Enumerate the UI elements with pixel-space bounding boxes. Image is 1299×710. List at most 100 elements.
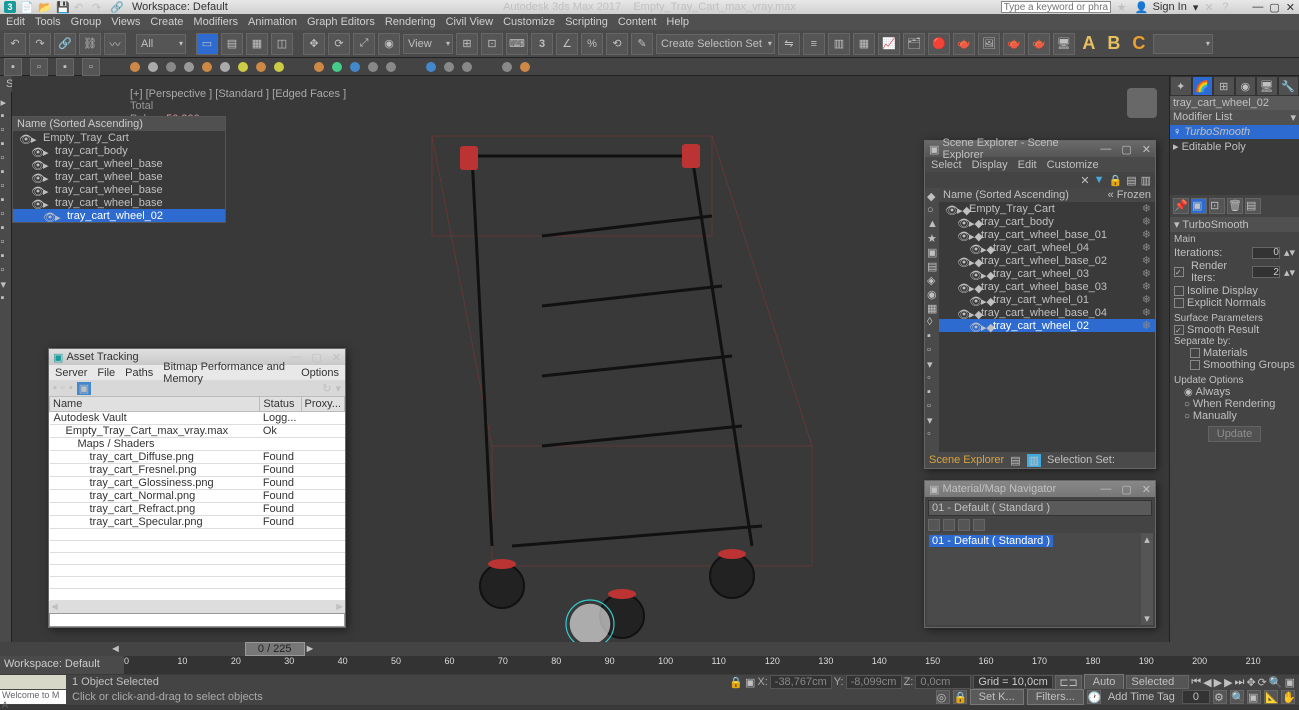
color-dot[interactable] <box>184 62 194 72</box>
render-setup-button[interactable]: 🫖 <box>953 33 975 55</box>
filter-icon[interactable]: ▫ <box>927 344 937 354</box>
strip-icon[interactable]: ▸ <box>1 96 11 106</box>
sceneexp-col-name[interactable]: Name (Sorted Ascending) <box>943 189 1069 201</box>
time-config-button[interactable]: 🕐 <box>1087 690 1101 704</box>
tree-item[interactable]: 👁▸◆tray_cart_wheel_04❄ <box>939 241 1155 254</box>
asset-row[interactable]: Empty_Tray_Cart_max_vray.maxOk <box>50 425 345 438</box>
filter-icon[interactable]: ◆ <box>927 190 937 200</box>
menu-rendering[interactable]: Rendering <box>385 16 436 28</box>
filter-icon[interactable]: ▪ <box>927 330 937 340</box>
asset-col-proxy[interactable]: Proxy... <box>301 397 345 412</box>
modifier-item[interactable]: ▸ Editable Poly <box>1170 139 1299 154</box>
render-iters-input[interactable] <box>1252 266 1280 278</box>
color-dot[interactable] <box>148 62 158 72</box>
sceneexp-titlebar[interactable]: ▣ Scene Explorer - Scene Explorer — ▢ ✕ <box>925 141 1155 157</box>
asset-tool-icon[interactable]: ▫ <box>61 382 65 394</box>
edit-selset-button[interactable]: ✎ <box>631 33 653 55</box>
maxscript-mini-input[interactable]: Welcome to M A <box>0 690 66 704</box>
tree-item[interactable]: 👁▸tray_cart_wheel_02 <box>13 209 225 222</box>
matnav-list[interactable]: 01 - Default ( Standard ) ▴▾ <box>927 533 1153 625</box>
new-icon[interactable]: 📄 <box>20 1 32 13</box>
refcoord-dropdown[interactable]: View <box>403 34 453 54</box>
tab-hierarchy[interactable]: ⊞ <box>1213 76 1235 96</box>
undo-button[interactable]: ↶ <box>4 33 26 55</box>
color-dot[interactable] <box>314 62 324 72</box>
tab-utilities[interactable]: 🔧 <box>1278 76 1299 96</box>
help-icon[interactable]: ? <box>1222 1 1234 13</box>
sceneexp-menu-select[interactable]: Select <box>931 159 962 171</box>
menu-customize[interactable]: Customize <box>503 16 555 28</box>
star-icon[interactable]: ★ <box>1117 1 1129 13</box>
pivot-button[interactable]: ⊞ <box>456 33 478 55</box>
menu-animation[interactable]: Animation <box>248 16 297 28</box>
filter-icon[interactable]: ★ <box>927 232 937 242</box>
menu-scripting[interactable]: Scripting <box>565 16 608 28</box>
asset-menu-options[interactable]: Options <box>301 367 339 379</box>
asset-row[interactable]: tray_cart_Fresnel.pngFound <box>50 464 345 477</box>
workspace-label[interactable]: Workspace: Default <box>132 1 228 13</box>
filter-icon[interactable]: ▾ <box>927 358 937 368</box>
matnav-item[interactable]: 01 - Default ( Standard ) <box>929 535 1053 547</box>
layers-button[interactable]: ▥ <box>828 33 850 55</box>
sign-in-link[interactable]: Sign In <box>1153 1 1187 13</box>
autokey-bracket-icon[interactable]: ⊏⊐ <box>1055 675 1081 690</box>
update-button[interactable]: Update <box>1208 426 1261 442</box>
strip-icon[interactable]: ▪ <box>1 110 11 120</box>
tree-item[interactable]: 👁▸tray_cart_wheel_base <box>13 196 225 209</box>
key-filters-button[interactable]: Filters... <box>1027 689 1084 705</box>
asset-row[interactable]: Maps / Shaders <box>50 438 345 451</box>
minimize-icon[interactable]: — <box>1100 483 1111 496</box>
strip-icon[interactable]: ▫ <box>1 236 11 246</box>
asset-row[interactable]: tray_cart_Specular.pngFound <box>50 516 345 529</box>
viewcube-icon[interactable] <box>1127 88 1157 118</box>
goto-end-button[interactable]: ⏭ <box>1235 676 1245 689</box>
color-dot[interactable] <box>368 62 378 72</box>
color-dot[interactable] <box>350 62 360 72</box>
filter-icon[interactable]: ◈ <box>927 274 937 284</box>
tool-icon[interactable]: ▥ <box>1141 174 1151 187</box>
layer-icon3[interactable]: ▪ <box>56 58 74 76</box>
always-radio[interactable]: Always <box>1196 386 1231 398</box>
asset-col-status[interactable]: Status <box>260 397 301 412</box>
strip-icon[interactable]: ▪ <box>1 138 11 148</box>
strip-icon[interactable]: ▪ <box>1 292 11 302</box>
select-name-button[interactable]: ▤ <box>221 33 243 55</box>
filter-icon[interactable]: ▲ <box>927 218 937 228</box>
color-dot[interactable] <box>444 62 454 72</box>
asset-tool-icon[interactable]: ↻ <box>322 382 331 395</box>
color-dot[interactable] <box>274 62 284 72</box>
tree-item[interactable]: 👁▸tray_cart_wheel_base <box>13 170 225 183</box>
percent-snap-button[interactable]: % <box>581 33 603 55</box>
auto-key-button[interactable]: Auto <box>1084 674 1125 690</box>
explicit-checkbox[interactable] <box>1174 298 1184 308</box>
angle-snap-button[interactable]: ∠ <box>556 33 578 55</box>
tree-item[interactable]: 👁▸tray_cart_wheel_base <box>13 183 225 196</box>
scale-button[interactable]: ⤢ <box>353 33 375 55</box>
nav-button[interactable]: 🔍 <box>1269 676 1283 689</box>
menu-views[interactable]: Views <box>111 16 140 28</box>
strip-icon[interactable]: ▾ <box>1 278 11 288</box>
y-field[interactable]: -8,099cm <box>846 675 902 689</box>
viewport-label[interactable]: [+] [Perspective ] [Standard ] [Edged Fa… <box>130 88 346 100</box>
menu-tools[interactable]: Tools <box>35 16 61 28</box>
color-dot[interactable] <box>332 62 342 72</box>
filter-icon[interactable]: ○ <box>927 204 937 214</box>
tab-modify[interactable]: 🌈 <box>1192 76 1214 96</box>
play-button[interactable]: ▶ <box>1214 676 1222 689</box>
spinner-icon[interactable]: ▴▾ <box>1284 266 1295 279</box>
rollout-title[interactable]: ▾ TurboSmooth <box>1170 217 1299 232</box>
time-slider[interactable]: ◄ 0 / 225 ► <box>0 642 1299 656</box>
filter-icon[interactable]: ▤ <box>927 260 937 270</box>
asset-tool-icon[interactable]: ▾ <box>335 382 341 395</box>
strip-icon[interactable]: ▪ <box>1 222 11 232</box>
color-dot[interactable] <box>502 62 512 72</box>
modifier-stack[interactable]: ♀ TurboSmooth ▸ Editable Poly <box>1170 125 1299 195</box>
viewmode-icon[interactable] <box>973 519 985 531</box>
tree-item[interactable]: 👁▸tray_cart_body <box>13 144 225 157</box>
timeline-arrow-left[interactable]: ◄ <box>110 643 121 655</box>
move-button[interactable]: ✥ <box>303 33 325 55</box>
sceneexp-menu-edit[interactable]: Edit <box>1018 159 1037 171</box>
spinner-icon[interactable]: ▴▾ <box>1284 246 1295 259</box>
layer-icon[interactable]: ▪ <box>4 58 22 76</box>
sceneexp-col-frozen[interactable]: « Frozen <box>1108 189 1151 201</box>
